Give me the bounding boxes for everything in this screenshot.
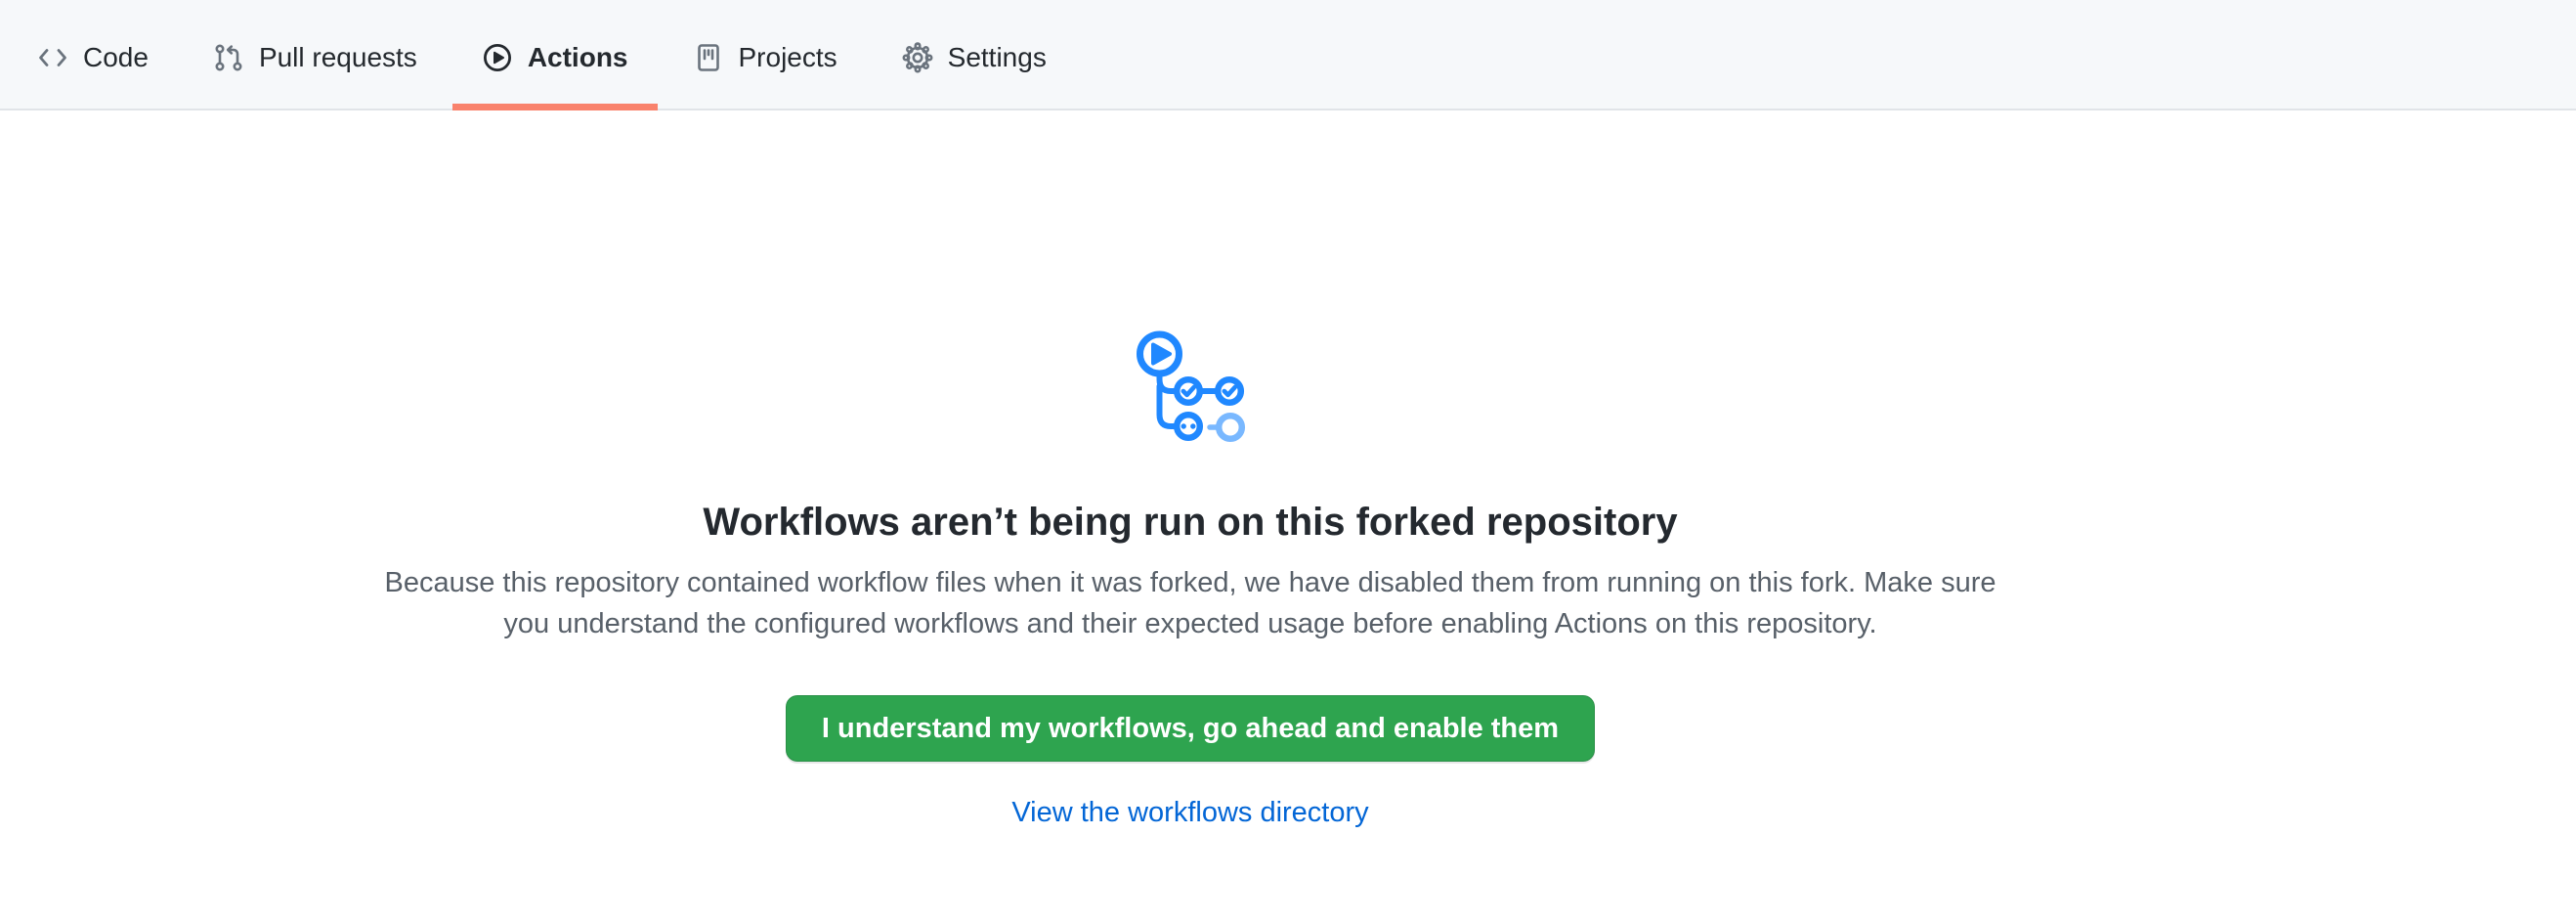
project-icon [693, 42, 724, 73]
enable-workflows-button[interactable]: I understand my workflows, go ahead and … [786, 695, 1595, 762]
git-pull-request-icon [213, 42, 244, 73]
tab-settings[interactable]: Settings [873, 0, 1076, 110]
tab-label: Code [83, 42, 149, 73]
tab-label: Projects [739, 42, 837, 73]
code-icon [37, 42, 68, 73]
tab-label: Actions [528, 42, 628, 73]
workflow-graphic-icon [1132, 328, 1249, 452]
empty-state-description: Because this repository contained workfl… [379, 562, 2001, 644]
repo-tab-nav: Code Pull requests Actions [0, 0, 2576, 110]
tab-pull-requests[interactable]: Pull requests [184, 0, 447, 110]
gear-icon [902, 42, 933, 73]
actions-empty-state: Workflows aren’t being run on this forke… [0, 110, 2381, 829]
tab-projects[interactable]: Projects [664, 0, 867, 110]
tab-code[interactable]: Code [8, 0, 178, 110]
tab-actions[interactable]: Actions [452, 0, 658, 110]
tab-label: Settings [948, 42, 1047, 73]
play-icon [482, 42, 513, 73]
tab-label: Pull requests [259, 42, 417, 73]
view-workflows-directory-link[interactable]: View the workflows directory [1011, 797, 1368, 828]
empty-state-title: Workflows aren’t being run on this forke… [0, 499, 2381, 547]
